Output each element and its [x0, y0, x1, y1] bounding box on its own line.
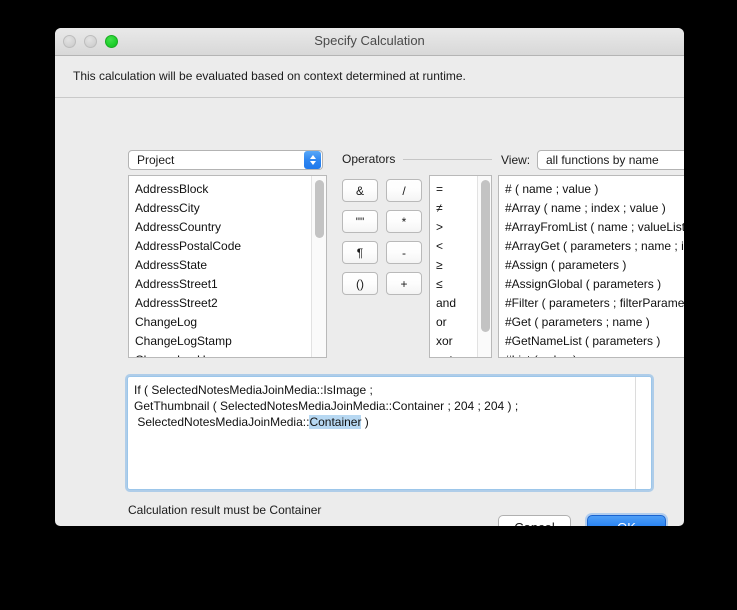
view-select-value: all functions by name: [546, 153, 659, 167]
operator-button-multiply[interactable]: *: [386, 210, 422, 233]
scrollbar-thumb[interactable]: [481, 180, 490, 332]
formula-selected-text[interactable]: Container: [309, 415, 362, 429]
context-select-value: Project: [137, 153, 175, 167]
list-item[interactable]: and: [430, 294, 477, 313]
field-list-rows: AddressBlock AddressCity AddressCountry …: [129, 176, 311, 357]
view-label: View:: [501, 153, 531, 167]
chevron-updown-icon[interactable]: [304, 151, 321, 169]
list-item[interactable]: #ArrayFromList ( name ; valueList ): [499, 218, 684, 237]
formula-line-1: If ( SelectedNotesMediaJoinMedia::IsImag…: [134, 383, 373, 397]
function-list-rows: # ( name ; value ) #Array ( name ; index…: [499, 176, 684, 357]
formula-editor[interactable]: If ( SelectedNotesMediaJoinMedia::IsImag…: [127, 376, 652, 490]
list-item[interactable]: ≠: [430, 199, 477, 218]
list-item[interactable]: ChangeLogStamp: [129, 332, 311, 351]
function-list[interactable]: # ( name ; value ) #Array ( name ; index…: [498, 175, 684, 358]
list-item[interactable]: #GetNameList ( parameters ): [499, 332, 684, 351]
window-title: Specify Calculation: [314, 33, 425, 48]
list-item[interactable]: #List ( value ): [499, 351, 684, 357]
operator-list[interactable]: = ≠ > < ≥ ≤ and or xor not: [429, 175, 492, 358]
list-item[interactable]: or: [430, 313, 477, 332]
operator-list-rows: = ≠ > < ≥ ≤ and or xor not: [430, 176, 477, 357]
list-item[interactable]: ChangeLog: [129, 313, 311, 332]
list-item[interactable]: xor: [430, 332, 477, 351]
operator-keypad: & / "" * ¶ - () +: [342, 179, 422, 295]
window-title-bar[interactable]: Specify Calculation: [55, 28, 684, 56]
field-list-scrollbar[interactable]: [311, 176, 326, 357]
operator-list-scrollbar[interactable]: [477, 176, 491, 357]
context-select[interactable]: Project: [128, 150, 323, 170]
operator-button-quotes[interactable]: "": [342, 210, 378, 233]
formula-text[interactable]: If ( SelectedNotesMediaJoinMedia::IsImag…: [128, 377, 635, 489]
list-item[interactable]: AddressPostalCode: [129, 237, 311, 256]
list-item[interactable]: AddressStreet1: [129, 275, 311, 294]
operator-button-minus[interactable]: -: [386, 241, 422, 264]
list-item[interactable]: ≤: [430, 275, 477, 294]
dialog-body: This calculation will be evaluated based…: [55, 56, 684, 526]
operators-section-header: Operators: [342, 152, 492, 166]
specify-calculation-dialog: Specify Calculation This calculation wil…: [55, 28, 684, 526]
list-item[interactable]: ≥: [430, 256, 477, 275]
operator-button-and[interactable]: &: [342, 179, 378, 202]
list-item[interactable]: >: [430, 218, 477, 237]
operators-label: Operators: [342, 152, 396, 166]
cancel-button[interactable]: Cancel: [498, 515, 571, 526]
operator-button-pilcrow[interactable]: ¶: [342, 241, 378, 264]
operator-button-plus[interactable]: +: [386, 272, 422, 295]
list-item[interactable]: #Array ( name ; index ; value ): [499, 199, 684, 218]
list-item[interactable]: AddressCity: [129, 199, 311, 218]
formula-line-2: GetThumbnail ( SelectedNotesMediaJoinMed…: [134, 399, 519, 413]
section-divider: [403, 158, 492, 160]
ok-button[interactable]: OK: [587, 515, 666, 526]
list-item[interactable]: #ArrayGet ( parameters ; name ; index ): [499, 237, 684, 256]
operator-button-parens[interactable]: (): [342, 272, 378, 295]
list-item[interactable]: AddressBlock: [129, 180, 311, 199]
list-item[interactable]: #Get ( parameters ; name ): [499, 313, 684, 332]
view-select[interactable]: all functions by name: [537, 150, 684, 170]
list-item[interactable]: AddressStreet2: [129, 294, 311, 313]
list-item[interactable]: # ( name ; value ): [499, 180, 684, 199]
result-type-note: Calculation result must be Container: [128, 503, 322, 517]
scrollbar-thumb[interactable]: [315, 180, 324, 238]
list-item[interactable]: <: [430, 237, 477, 256]
operator-button-divide[interactable]: /: [386, 179, 422, 202]
list-item[interactable]: #Assign ( parameters ): [499, 256, 684, 275]
context-description: This calculation will be evaluated based…: [73, 69, 466, 83]
field-list[interactable]: AddressBlock AddressCity AddressCountry …: [128, 175, 327, 358]
list-item[interactable]: #AssignGlobal ( parameters ): [499, 275, 684, 294]
list-item[interactable]: AddressState: [129, 256, 311, 275]
list-item[interactable]: =: [430, 180, 477, 199]
list-item[interactable]: AddressCountry: [129, 218, 311, 237]
list-item[interactable]: ChangeLogUser: [129, 351, 311, 357]
list-item[interactable]: #Filter ( parameters ; filterParameters …: [499, 294, 684, 313]
formula-scrollbar[interactable]: [635, 377, 651, 489]
list-item[interactable]: not: [430, 351, 477, 357]
formula-line-3-prefix: SelectedNotesMediaJoinMedia::: [134, 415, 310, 429]
formula-line-3-suffix: ): [361, 415, 369, 429]
header-divider: [55, 97, 684, 98]
